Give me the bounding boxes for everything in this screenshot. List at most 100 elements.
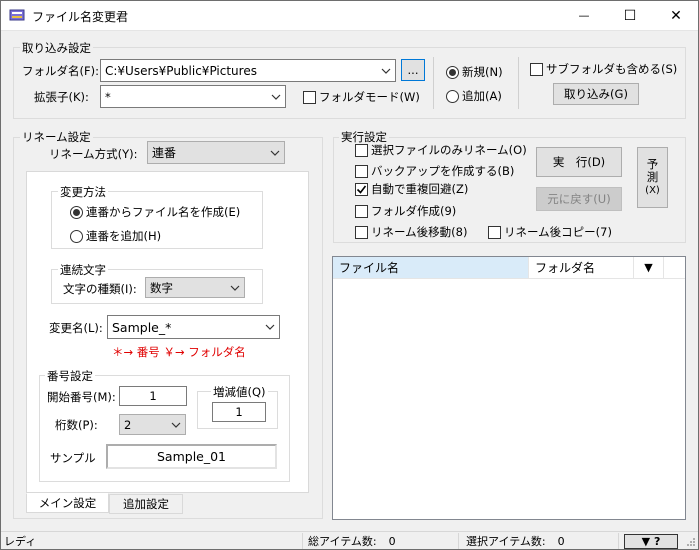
resize-grip-icon[interactable] (686, 537, 696, 547)
char-type-label: 文字の種類(I): (63, 282, 137, 296)
option-copy-after-checkbox[interactable]: リネーム後コピー(7) (488, 224, 612, 240)
radio-dot (449, 68, 456, 76)
checkbox-box[interactable] (303, 90, 316, 104)
rename-method-value: 連番 (152, 146, 177, 160)
tab-extra-label: 追加設定 (123, 497, 169, 511)
help-button[interactable]: ▼ ? (624, 534, 678, 549)
checkbox-box[interactable] (488, 225, 501, 239)
option-create-from-sequence-radio[interactable]: 連番からファイル名を作成(E) (70, 204, 240, 220)
subfolder-checkbox[interactable]: サブフォルダも含める(S) (530, 61, 677, 77)
option-move-after-checkbox[interactable]: リネーム後移動(8) (355, 224, 467, 240)
radio-circle[interactable] (70, 229, 83, 243)
undo-button[interactable]: 元に戻す(U) (536, 187, 622, 211)
extension-value: * (105, 89, 111, 104)
checkbox-box[interactable] (355, 143, 368, 157)
rename-settings-label: リネーム設定 (20, 129, 93, 145)
predict-label-3: (X) (645, 185, 660, 196)
import-button[interactable]: 取り込み(G) (553, 83, 639, 105)
radio-circle[interactable] (446, 65, 459, 79)
selected-items-label: 選択アイテム数: (466, 535, 546, 548)
chevron-down-icon[interactable] (261, 324, 279, 330)
append-radio[interactable]: 追加(A) (446, 88, 502, 104)
chevron-down-icon[interactable] (167, 422, 185, 428)
char-type-value: 数字 (150, 280, 173, 295)
chevron-down-icon[interactable] (226, 285, 244, 291)
chevron-down-icon[interactable] (377, 68, 395, 74)
close-button[interactable]: ✕ (653, 0, 699, 31)
name-hint: ＊→ 番号 ￥→ フォルダ名 (112, 345, 246, 359)
folder-name-label: フォルダ名(F): (22, 64, 99, 78)
increment-value: 1 (235, 405, 243, 419)
new-radio[interactable]: 新規(N) (446, 64, 503, 80)
file-list[interactable]: ファイル名 フォルダ名 ▼ (332, 256, 686, 520)
minimize-button[interactable]: — (561, 0, 607, 31)
checkbox-box[interactable] (355, 164, 368, 178)
selected-items-cell: 選択アイテム数: 0 (459, 532, 619, 550)
close-icon: ✕ (670, 7, 682, 24)
title-bar: ファイル名変更君 — ☐ ✕ (0, 0, 699, 31)
column-file-name-label: ファイル名 (339, 261, 400, 275)
checkbox-box[interactable] (355, 204, 368, 218)
number-settings-label: 番号設定 (45, 368, 95, 384)
column-menu-button[interactable]: ▼ (634, 257, 664, 278)
sample-label: サンプル (50, 451, 96, 465)
checkbox-box[interactable] (355, 182, 368, 196)
browse-button[interactable]: ... (401, 59, 425, 81)
folder-name-combo[interactable]: C:¥Users¥Public¥Pictures (100, 59, 396, 82)
status-bar: レディ 総アイテム数: 0 選択アイテム数: 0 ▼ ? (0, 531, 699, 550)
column-folder-name-label: フォルダ名 (535, 261, 596, 275)
chevron-down-icon[interactable] (267, 94, 285, 100)
extension-combo[interactable]: * (100, 85, 286, 108)
new-name-combo[interactable]: Sample_* (107, 315, 280, 339)
tab-extra-settings[interactable]: 追加設定 (109, 494, 183, 514)
digits-value: 2 (124, 417, 132, 432)
digits-combo[interactable]: 2 (119, 414, 186, 435)
minimize-icon: — (578, 9, 590, 22)
maximize-button[interactable]: ☐ (607, 0, 653, 31)
checkbox-box[interactable] (355, 225, 368, 239)
column-file-name[interactable]: ファイル名 (333, 257, 529, 278)
window-title: ファイル名変更君 (32, 10, 129, 24)
check-icon (356, 185, 367, 194)
app-icon (9, 9, 25, 21)
import-button-label: 取り込み(G) (564, 87, 628, 101)
option-create-label: 連番からファイル名を作成(E) (86, 205, 241, 219)
sample-value: Sample_01 (156, 449, 227, 464)
tab-main-settings[interactable]: メイン設定 (26, 493, 109, 513)
start-number-input[interactable]: 1 (119, 386, 187, 406)
radio-circle[interactable] (446, 89, 459, 103)
undo-button-label: 元に戻す(U) (547, 192, 611, 206)
increment-input[interactable]: 1 (212, 402, 266, 422)
subfolder-label: サブフォルダも含める(S) (546, 62, 678, 76)
sequence-char-label: 連続文字 (58, 262, 108, 278)
option-label: バックアップを作成する(B) (371, 164, 515, 178)
new-label: 新規(N) (462, 65, 503, 79)
option-make-folder-checkbox[interactable]: フォルダ作成(9) (355, 203, 456, 219)
char-type-combo[interactable]: 数字 (145, 277, 245, 298)
option-append-sequence-radio[interactable]: 連番を追加(H) (70, 228, 161, 244)
option-append-label: 連番を追加(H) (86, 229, 162, 243)
rename-method-combo[interactable]: 連番 (147, 141, 285, 164)
option-label: フォルダ作成(9) (371, 204, 457, 218)
total-items-cell: 総アイテム数: 0 (303, 532, 459, 550)
total-items-value: 0 (388, 534, 396, 548)
sample-preview: Sample_01 (106, 444, 277, 469)
start-number-label: 開始番号(M): (47, 390, 116, 404)
option-auto-dedupe-checkbox[interactable]: 自動で重複回避(Z) (355, 181, 468, 197)
chevron-down-icon[interactable] (266, 150, 284, 156)
run-button[interactable]: 実 行(D) (536, 147, 622, 177)
checkbox-box[interactable] (530, 62, 543, 76)
column-folder-name[interactable]: フォルダ名 (529, 257, 634, 278)
new-name-label: 変更名(L): (49, 321, 103, 335)
file-list-header: ファイル名 フォルダ名 ▼ (333, 257, 685, 279)
status-text-cell: レディ (0, 532, 303, 550)
option-label: 自動で重複回避(Z) (371, 182, 469, 196)
import-settings-label: 取り込み設定 (20, 40, 93, 56)
radio-circle[interactable] (70, 205, 83, 219)
status-text: レディ (4, 535, 37, 548)
folder-mode-checkbox[interactable]: フォルダモード(W) (303, 89, 420, 105)
predict-button[interactable]: 予 測 (X) (637, 147, 668, 208)
option-selected-only-checkbox[interactable]: 選択ファイルのみリネーム(O) (355, 142, 527, 158)
option-backup-checkbox[interactable]: バックアップを作成する(B) (355, 163, 514, 179)
new-name-value: Sample_* (112, 319, 172, 335)
